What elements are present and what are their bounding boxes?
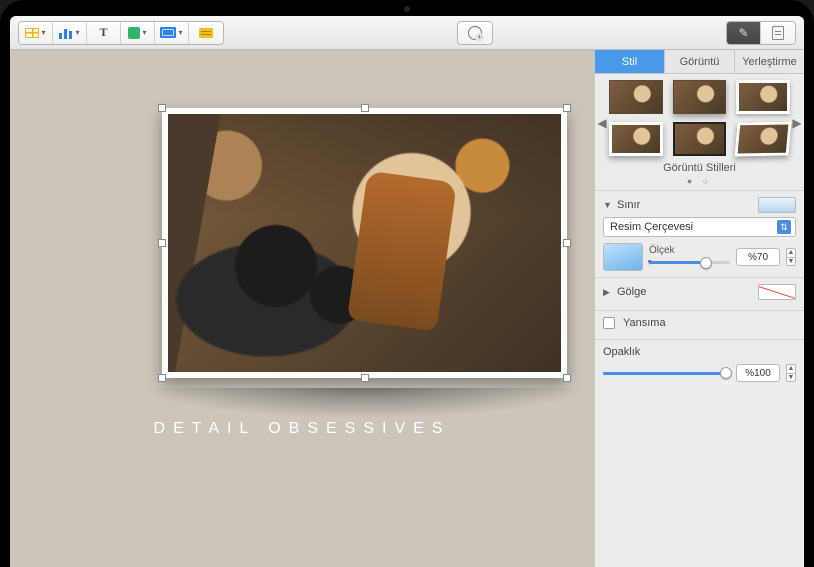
shadow-section: ▶ Gölge [595,277,804,310]
styles-next-button[interactable]: ▶ [792,116,802,130]
tab-style[interactable]: Stil [595,50,665,73]
scale-stepper[interactable]: ▲▼ [786,248,796,266]
stepper-down-icon[interactable]: ▼ [786,257,796,267]
frame-color-well[interactable] [603,243,643,271]
format-inspector-button[interactable] [727,22,761,44]
shape-icon [128,27,140,39]
insert-media-button[interactable]: ▾ [155,22,189,44]
collaborate-icon [468,26,482,40]
resize-handle-bm[interactable] [361,374,369,382]
opacity-title: Opaklık [603,346,796,358]
tab-image[interactable]: Görüntü [665,50,735,73]
border-style-swatch[interactable] [758,197,796,213]
photo-content [168,114,561,372]
opacity-value-field[interactable]: %100 [736,364,780,382]
media-icon [160,27,176,38]
image-style-thumb[interactable] [609,122,663,156]
tab-arrange[interactable]: Yerleştirme [735,50,804,73]
disclosure-triangle-icon[interactable]: ▶ [603,287,613,298]
scale-label: Ölçek [649,245,730,256]
opacity-section: Opaklık %100 ▲▼ [595,339,804,388]
chart-icon [59,27,73,39]
resize-handle-bl[interactable] [158,374,166,382]
insert-comment-button[interactable] [189,22,223,44]
shadow-swatch[interactable] [758,284,796,300]
inspector-tabs: Stil Görüntü Yerleştirme [595,50,804,74]
slider-knob[interactable] [700,257,712,269]
chevron-down-icon: ▾ [142,28,146,37]
image-style-thumb[interactable] [735,122,792,157]
resize-handle-tm[interactable] [361,104,369,112]
scale-slider[interactable] [649,256,730,270]
insert-chart-button[interactable]: ▾ [53,22,87,44]
toolbar: ▾ ▾ T ▾ ▾ [10,16,804,50]
table-icon [25,28,39,38]
image-shadow [142,388,584,418]
image-styles-section: ◀ ▶ Görüntü Stilleri ● ○ [595,74,804,190]
styles-page-dots[interactable]: ● ○ [609,176,790,186]
resize-handle-br[interactable] [563,374,571,382]
opacity-stepper[interactable]: ▲▼ [786,364,796,382]
resize-handle-mr[interactable] [563,239,571,247]
scale-value-field[interactable]: %70 [736,248,780,266]
styles-prev-button[interactable]: ◀ [597,116,607,130]
reflection-title: Yansıma [623,317,796,329]
resize-handle-tl[interactable] [158,104,166,112]
format-inspector: Stil Görüntü Yerleştirme ◀ ▶ Gö [594,50,804,567]
insert-shape-button[interactable]: ▾ [121,22,155,44]
resize-handle-tr[interactable] [563,104,571,112]
image-style-thumb[interactable] [673,122,727,156]
image-style-thumb[interactable] [673,80,727,114]
border-section: ▼ Sınır Resim Çerçevesi ⇅ Ölçek [595,190,804,277]
stepper-down-icon[interactable]: ▼ [786,373,796,383]
image-style-thumb[interactable] [736,80,790,114]
format-icon [737,26,751,40]
document-inspector-button[interactable] [761,22,795,44]
selected-image[interactable] [162,108,567,378]
image-style-thumb[interactable] [609,80,663,114]
slide-caption[interactable]: DETAIL OBSESSIVES [10,420,594,438]
insert-table-button[interactable]: ▾ [19,22,53,44]
border-type-select[interactable]: Resim Çerçevesi ⇅ [603,217,796,237]
collaborate-button[interactable] [458,22,492,44]
select-chevron-icon: ⇅ [777,220,791,234]
reflection-section: Yansıma [595,310,804,339]
resize-handle-ml[interactable] [158,239,166,247]
stepper-up-icon[interactable]: ▲ [786,248,796,257]
chevron-down-icon: ▾ [75,28,79,37]
chevron-down-icon: ▾ [178,28,182,37]
document-icon [772,26,784,40]
text-icon: T [99,25,107,40]
comment-icon [199,28,213,38]
shadow-title: Gölge [617,286,754,298]
disclosure-triangle-icon[interactable]: ▼ [603,200,613,210]
chevron-down-icon: ▾ [41,28,45,37]
stepper-up-icon[interactable]: ▲ [786,364,796,373]
border-title: Sınır [617,199,754,211]
camera-notch [404,6,410,12]
insert-text-button[interactable]: T [87,22,121,44]
slide-canvas[interactable]: DETAIL OBSESSIVES [10,50,594,567]
slider-knob[interactable] [720,367,732,379]
image-styles-label: Görüntü Stilleri [609,162,790,174]
border-type-value: Resim Çerçevesi [610,221,693,233]
reflection-checkbox[interactable] [603,317,615,329]
opacity-slider[interactable] [603,366,730,380]
